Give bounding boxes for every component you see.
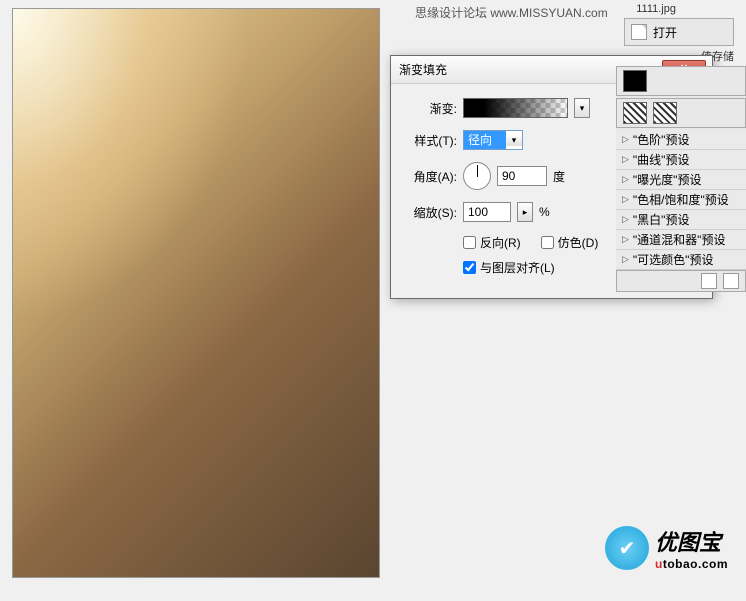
dither-checkbox-input[interactable]	[541, 236, 554, 249]
triangle-icon: ▷	[622, 214, 629, 225]
open-button[interactable]: 打开	[624, 18, 734, 46]
style-value: 径向	[464, 131, 506, 149]
logo-url: utobao.com	[655, 557, 728, 571]
preset-curves[interactable]: ▷"曲线"预设	[616, 150, 746, 170]
align-checkbox[interactable]: 与图层对齐(L)	[463, 259, 555, 276]
triangle-icon: ▷	[622, 194, 629, 205]
triangle-icon: ▷	[622, 134, 629, 145]
angle-label: 角度(A):	[401, 168, 457, 185]
open-button-label: 打开	[653, 24, 677, 41]
angle-input[interactable]: 90	[497, 166, 547, 186]
dialog-title-text: 渐变填充	[399, 61, 447, 78]
file-icon	[631, 24, 647, 40]
watermark-top: 思缘设计论坛 www.MISSYUAN.com	[415, 4, 608, 21]
triangle-icon: ▷	[622, 174, 629, 185]
new-icon[interactable]	[701, 273, 717, 289]
style-select[interactable]: 径向 ▾	[463, 130, 523, 150]
logo-cn: 优图宝	[655, 525, 728, 557]
dither-checkbox[interactable]: 仿色(D)	[541, 234, 599, 251]
trash-icon[interactable]	[723, 273, 739, 289]
preset-exposure[interactable]: ▷"曝光度"预设	[616, 170, 746, 190]
swatch-black[interactable]	[623, 70, 647, 92]
angle-dial[interactable]	[463, 162, 491, 190]
preset-list: ▷"色阶"预设 ▷"曲线"预设 ▷"曝光度"预设 ▷"色相/饱和度"预设 ▷"黑…	[616, 130, 746, 270]
preset-levels[interactable]: ▷"色阶"预设	[616, 130, 746, 150]
scale-spinner[interactable]: ▸	[517, 202, 533, 222]
image-canvas[interactable]	[12, 8, 380, 578]
gradient-preview[interactable]	[463, 98, 568, 118]
chevron-down-icon: ▾	[506, 135, 522, 146]
logo-icon: ✔	[605, 526, 649, 570]
scale-unit: %	[539, 205, 550, 219]
logo-watermark: ✔ 优图宝 utobao.com	[605, 525, 728, 571]
align-checkbox-input[interactable]	[463, 261, 476, 274]
swatch-pattern[interactable]	[623, 102, 647, 124]
style-label: 样式(T):	[401, 132, 457, 149]
swatch-pattern-2[interactable]	[653, 102, 677, 124]
triangle-icon: ▷	[622, 154, 629, 165]
reverse-checkbox[interactable]: 反向(R)	[463, 234, 521, 251]
gradient-dropdown[interactable]: ▾	[574, 98, 590, 118]
triangle-icon: ▷	[622, 234, 629, 245]
adjustments-panel: ▷"色阶"预设 ▷"曲线"预设 ▷"曝光度"预设 ▷"色相/饱和度"预设 ▷"黑…	[616, 66, 746, 292]
preset-bw[interactable]: ▷"黑白"预设	[616, 210, 746, 230]
preset-selective-color[interactable]: ▷"可选颜色"预设	[616, 250, 746, 270]
preset-hue-sat[interactable]: ▷"色相/饱和度"预设	[616, 190, 746, 210]
scale-input[interactable]: 100	[463, 202, 511, 222]
gradient-label: 渐变:	[401, 100, 457, 117]
reverse-checkbox-input[interactable]	[463, 236, 476, 249]
preset-channel-mixer[interactable]: ▷"通道混和器"预设	[616, 230, 746, 250]
scale-label: 缩放(S):	[401, 204, 457, 221]
document-tab[interactable]: 1111.jpg	[636, 3, 676, 15]
angle-unit: 度	[553, 168, 565, 185]
panel-footer	[616, 270, 746, 292]
triangle-icon: ▷	[622, 254, 629, 265]
